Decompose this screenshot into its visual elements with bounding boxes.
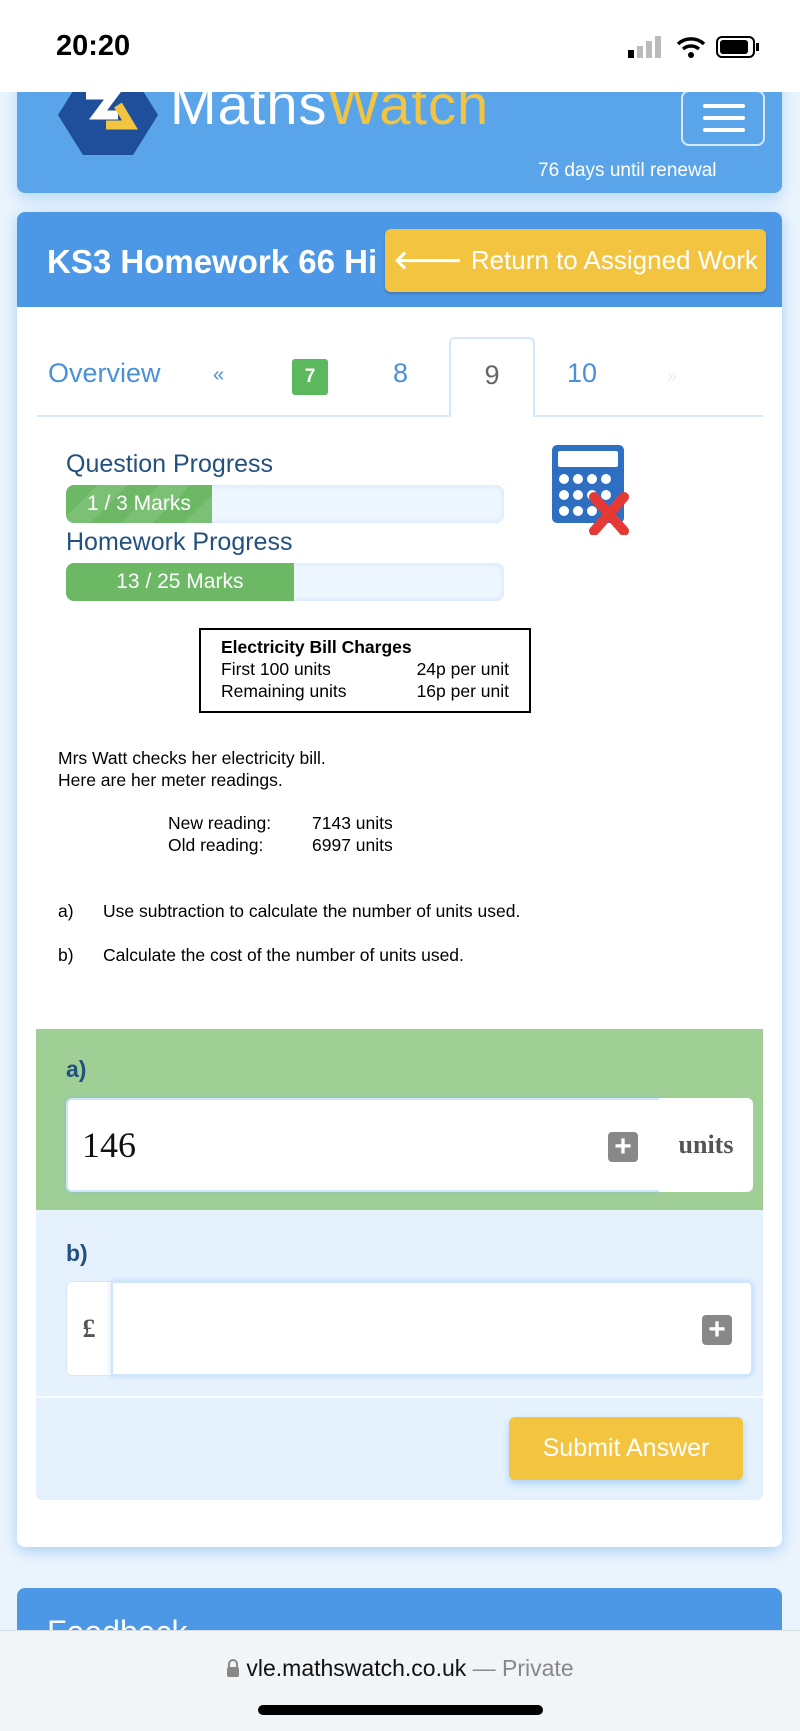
question-progress-label: Question Progress [66, 450, 274, 478]
tab-overview[interactable]: Overview [48, 358, 161, 389]
tab-question-7[interactable]: 7 [292, 359, 328, 395]
homework-progress-bar: 13 / 25 Marks [66, 563, 504, 601]
tab-question-9-active[interactable]: 9 [449, 337, 535, 417]
renewal-notice: 76 days until renewal [538, 160, 717, 181]
question-intro: Mrs Watt checks her electricity bill. He… [58, 748, 326, 790]
reading-value: 7143 units [312, 813, 393, 833]
answer-a-label: a) [66, 1056, 87, 1082]
tab-prev[interactable]: « [213, 364, 224, 387]
question-progress-bar: 1 / 3 Marks [66, 485, 504, 523]
part-text: Calculate the cost of the number of unit… [103, 945, 464, 965]
part-label: b) [58, 945, 74, 965]
calculator-not-allowed-icon [552, 445, 629, 535]
pound-addon: £ [66, 1281, 112, 1376]
answer-a-input[interactable]: 146 + [66, 1098, 661, 1192]
reading-label: New reading: [168, 813, 272, 833]
plus-symbol-button[interactable]: + [608, 1132, 638, 1162]
arrow-left-icon: 🡐 [393, 245, 463, 275]
part-label: a) [58, 901, 74, 921]
wifi-icon [676, 37, 706, 58]
answer-a-value: 146 [82, 1125, 136, 1165]
homework-progress-fill: 13 / 25 Marks [66, 563, 294, 601]
private-mode-label: — Private [472, 1655, 574, 1681]
charges-row: First 100 units 24p per unit [221, 659, 509, 679]
tabs-divider [37, 415, 763, 417]
status-bar: 20:20 [0, 0, 800, 92]
part-text: Use subtraction to calculate the number … [103, 901, 521, 921]
charges-row: Remaining units 16p per unit [221, 681, 509, 701]
hamburger-menu-button[interactable] [681, 90, 765, 146]
plus-symbol-button[interactable]: + [702, 1315, 732, 1345]
homework-progress-label: Homework Progress [66, 528, 293, 556]
return-to-assigned-work-button[interactable]: 🡐 Return to Assigned Work [385, 229, 766, 292]
reading-label: Old reading: [168, 835, 264, 855]
clock: 20:20 [56, 30, 131, 62]
reading-value: 6997 units [312, 835, 393, 855]
tab-next[interactable]: » [667, 366, 677, 387]
tab-question-10[interactable]: 10 [567, 358, 597, 389]
charges-table-title: Electricity Bill Charges [221, 637, 412, 657]
answer-b-input[interactable]: + [111, 1281, 753, 1376]
section-divider [36, 1396, 763, 1398]
homework-title: KS3 Homework 66 Hi [47, 243, 378, 280]
units-addon: units [659, 1098, 753, 1192]
submit-answer-button[interactable]: Submit Answer [509, 1417, 743, 1480]
address-bar[interactable]: vle.mathswatch.co.uk — Private [0, 1655, 800, 1682]
tab-question-8[interactable]: 8 [393, 358, 408, 389]
answer-b-label: b) [66, 1240, 88, 1266]
battery-icon [716, 36, 759, 58]
signal-icon [628, 36, 661, 58]
home-indicator[interactable] [258, 1705, 543, 1715]
url-text: vle.mathswatch.co.uk [246, 1655, 467, 1681]
question-progress-fill: 1 / 3 Marks [66, 485, 212, 523]
lock-icon [227, 1659, 240, 1677]
electricity-charges-table: Electricity Bill Charges First 100 units… [199, 628, 531, 713]
